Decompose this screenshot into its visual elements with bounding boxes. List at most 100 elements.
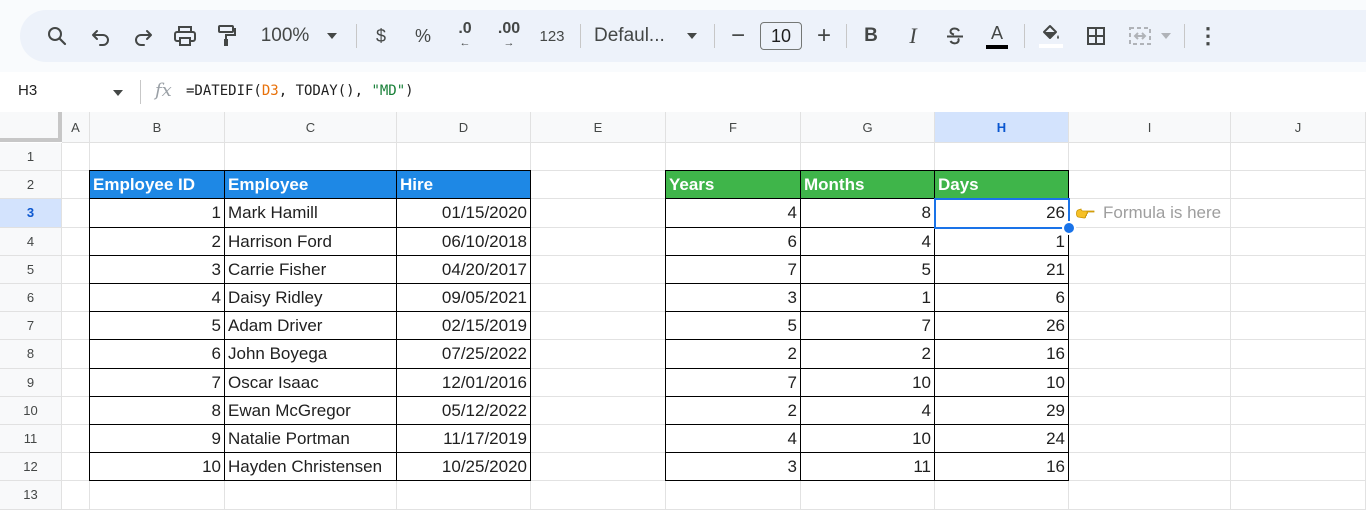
table-cell[interactable]: 1 <box>90 199 225 228</box>
row-header-1[interactable]: 1 <box>0 143 62 172</box>
cell[interactable] <box>62 453 90 482</box>
font-caret-icon[interactable] <box>682 10 702 62</box>
column-header-e[interactable]: E <box>531 112 666 143</box>
column-header-i[interactable]: I <box>1069 112 1231 143</box>
cell[interactable] <box>1069 171 1231 200</box>
column-header-d[interactable]: D <box>397 112 531 143</box>
cell[interactable] <box>801 143 935 172</box>
cell[interactable] <box>1231 171 1366 200</box>
cell[interactable] <box>1231 453 1366 482</box>
table-cell[interactable]: 05/12/2022 <box>397 396 531 425</box>
font-size-input[interactable]: 10 <box>760 22 802 50</box>
table-cell[interactable]: 3 <box>666 453 801 482</box>
cell[interactable] <box>1069 340 1231 369</box>
row-header-9[interactable]: 9 <box>0 368 62 397</box>
table-cell[interactable]: 16 <box>935 340 1069 369</box>
table-cell[interactable]: 10/25/2020 <box>397 453 531 482</box>
cell[interactable] <box>801 481 935 510</box>
table-cell[interactable]: 4 <box>666 199 801 228</box>
cell[interactable] <box>1231 312 1366 341</box>
table-cell[interactable]: 12/01/2016 <box>397 368 531 397</box>
row-header-7[interactable]: 7 <box>0 312 62 341</box>
column-header-g[interactable]: G <box>801 112 935 143</box>
cell[interactable] <box>1069 453 1231 482</box>
table-cell[interactable]: 6 <box>90 340 225 369</box>
column-header-h[interactable]: H <box>935 112 1069 143</box>
table-cell[interactable]: 11/17/2019 <box>397 425 531 454</box>
cell[interactable] <box>935 143 1069 172</box>
cell[interactable] <box>531 143 666 172</box>
column-header-f[interactable]: F <box>666 112 801 143</box>
row-header-3[interactable]: 3 <box>0 199 62 228</box>
paint-format-icon[interactable] <box>212 10 242 62</box>
table-cell[interactable]: 2 <box>666 340 801 369</box>
cell[interactable] <box>397 143 531 172</box>
cell[interactable] <box>1231 340 1366 369</box>
undo-icon[interactable] <box>86 10 116 62</box>
table-cell[interactable]: 09/05/2021 <box>397 284 531 313</box>
increase-font-size-button[interactable]: + <box>812 10 836 62</box>
table-cell[interactable]: 02/15/2019 <box>397 312 531 341</box>
table-cell[interactable]: 3 <box>90 255 225 284</box>
table-cell[interactable]: 8 <box>90 396 225 425</box>
cell[interactable] <box>1069 396 1231 425</box>
table-cell[interactable]: 1 <box>935 227 1069 256</box>
cell[interactable] <box>62 396 90 425</box>
decrease-font-size-button[interactable]: − <box>726 10 750 62</box>
more-formats-button[interactable]: 123 <box>534 10 570 62</box>
cell[interactable] <box>62 340 90 369</box>
column-header-a[interactable]: A <box>62 112 90 143</box>
cell[interactable] <box>1231 143 1366 172</box>
table-header-cell[interactable]: Hire <box>397 171 531 200</box>
cell[interactable] <box>531 312 666 341</box>
cell[interactable] <box>225 481 397 510</box>
table-header-cell[interactable]: Days <box>935 171 1069 200</box>
cell[interactable] <box>62 227 90 256</box>
table-cell[interactable]: Natalie Portman <box>225 425 397 454</box>
cell[interactable] <box>531 284 666 313</box>
cell[interactable] <box>666 143 801 172</box>
cell[interactable] <box>1231 368 1366 397</box>
table-cell[interactable]: 26 <box>935 199 1069 228</box>
column-header-c[interactable]: C <box>225 112 397 143</box>
text-color-button[interactable]: A <box>982 10 1012 62</box>
select-all-corner[interactable] <box>0 112 62 142</box>
cell[interactable] <box>62 171 90 200</box>
table-cell[interactable]: 4 <box>666 425 801 454</box>
table-cell[interactable]: 5 <box>666 312 801 341</box>
cell[interactable] <box>90 143 225 172</box>
table-cell[interactable]: Oscar Isaac <box>225 368 397 397</box>
row-header-2[interactable]: 2 <box>0 171 62 200</box>
fill-handle[interactable] <box>1062 220 1076 235</box>
cell[interactable] <box>531 255 666 284</box>
table-cell[interactable]: 4 <box>801 396 935 425</box>
cell[interactable] <box>1069 368 1231 397</box>
cell[interactable] <box>62 255 90 284</box>
cell[interactable] <box>62 312 90 341</box>
cell[interactable] <box>1231 284 1366 313</box>
cell[interactable] <box>62 284 90 313</box>
merge-cells-icon[interactable] <box>1124 10 1156 62</box>
table-header-cell[interactable]: Months <box>801 171 935 200</box>
cell[interactable] <box>62 481 90 510</box>
table-cell[interactable]: 8 <box>801 199 935 228</box>
cell[interactable] <box>1069 481 1231 510</box>
fill-color-button[interactable] <box>1034 10 1068 62</box>
cell[interactable] <box>62 143 90 172</box>
row-header-8[interactable]: 8 <box>0 340 62 369</box>
table-cell[interactable]: 5 <box>801 255 935 284</box>
table-cell[interactable]: 16 <box>935 453 1069 482</box>
table-cell[interactable]: 6 <box>935 284 1069 313</box>
search-icon[interactable] <box>42 10 72 62</box>
table-cell[interactable]: 01/15/2020 <box>397 199 531 228</box>
table-cell[interactable]: 24 <box>935 425 1069 454</box>
cell[interactable] <box>531 425 666 454</box>
italic-button[interactable]: I <box>900 10 926 62</box>
table-cell[interactable]: 21 <box>935 255 1069 284</box>
cell[interactable] <box>1069 284 1231 313</box>
cell[interactable] <box>1069 425 1231 454</box>
cell[interactable] <box>1069 312 1231 341</box>
table-cell[interactable]: 3 <box>666 284 801 313</box>
cell[interactable] <box>1069 255 1231 284</box>
table-cell[interactable]: John Boyega <box>225 340 397 369</box>
